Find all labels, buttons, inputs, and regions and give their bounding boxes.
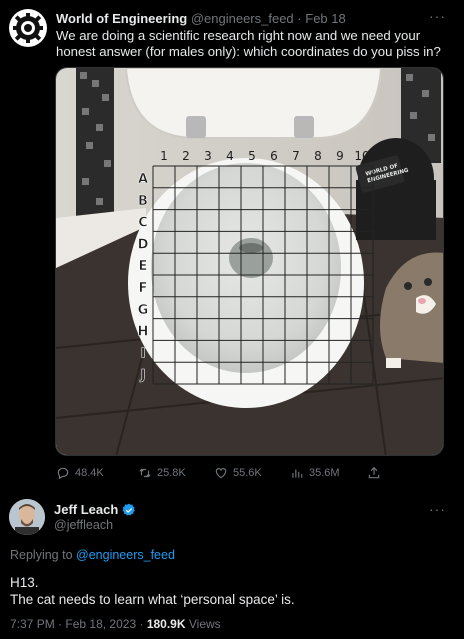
reply-icon bbox=[57, 467, 69, 480]
views-count: 35.6M bbox=[309, 467, 340, 479]
grid-row-label: C bbox=[138, 216, 148, 231]
author-name[interactable]: World of Engineering bbox=[56, 11, 187, 26]
tweet-text: We are doing a scientific research right… bbox=[56, 28, 441, 59]
grid-column-label: 2 bbox=[182, 149, 190, 163]
profile-photo-icon bbox=[9, 499, 45, 535]
retweet-count: 25.8K bbox=[157, 467, 186, 479]
retweet-action[interactable]: 25.8K bbox=[138, 466, 186, 480]
views-action[interactable]: 35.6M bbox=[290, 466, 340, 480]
grid-row-label: I bbox=[141, 346, 146, 361]
grid-row-label: D bbox=[138, 237, 149, 252]
header-separator: · bbox=[297, 11, 302, 26]
reply-meta: 7:37 PM · Feb 18, 2023 · 180.9K Views bbox=[10, 617, 221, 631]
reply-avatar[interactable] bbox=[9, 499, 45, 535]
like-action[interactable]: 55.6K bbox=[214, 466, 262, 480]
replying-to-link[interactable]: @engineers_feed bbox=[76, 548, 175, 562]
views-chart-icon bbox=[292, 469, 303, 478]
grid-row-label: E bbox=[139, 259, 148, 274]
like-count: 55.6K bbox=[233, 467, 262, 479]
grid-column-label: 10 bbox=[354, 149, 369, 163]
reply-time[interactable]: 7:37 PM bbox=[10, 617, 55, 631]
reply-more-options-button[interactable]: ··· bbox=[429, 501, 446, 517]
reply-author-handle[interactable]: @jeffleach bbox=[54, 518, 113, 532]
grid-column-label: 6 bbox=[270, 149, 278, 163]
grid-row-label: G bbox=[138, 303, 149, 318]
retweet-icon bbox=[139, 468, 151, 478]
grid-row-label: F bbox=[139, 281, 148, 296]
grid-row-label: A bbox=[138, 172, 148, 187]
grid-column-label: 4 bbox=[226, 149, 234, 163]
more-options-button[interactable]: ··· bbox=[429, 8, 446, 24]
grid-row-label: B bbox=[138, 194, 148, 209]
grid-row-label: H bbox=[138, 325, 149, 340]
views-label: Views bbox=[188, 617, 221, 631]
meta-separator-2: · bbox=[139, 617, 144, 631]
reply-author-name[interactable]: Jeff Leach bbox=[54, 502, 118, 517]
tweet-date[interactable]: Feb 18 bbox=[305, 11, 345, 26]
meta-separator: · bbox=[58, 617, 63, 631]
verified-badge-icon bbox=[122, 503, 136, 516]
more-dots-icon: ··· bbox=[429, 501, 446, 517]
toilet-photo: WORLD OF ENGINEERING 1 2 3 4 5 6 7 8 9 10 ABCDEFG… bbox=[56, 68, 443, 455]
reply-action[interactable]: 48.4K bbox=[56, 466, 104, 480]
reply-author[interactable]: Jeff Leach bbox=[54, 502, 136, 517]
more-dots-icon: ··· bbox=[429, 8, 446, 24]
engineering-avatar[interactable] bbox=[9, 9, 47, 47]
author-handle[interactable]: @engineers_feed bbox=[191, 11, 294, 26]
reply-text-line1: H13. bbox=[10, 575, 39, 590]
share-action[interactable] bbox=[367, 466, 381, 480]
grid-column-label: 3 bbox=[204, 149, 212, 163]
grid-row-label: J bbox=[140, 368, 146, 383]
replying-prefix: Replying to bbox=[10, 548, 73, 562]
share-icon bbox=[368, 466, 380, 479]
grid-column-label: 1 bbox=[160, 149, 168, 163]
reply-text: H13. The cat needs to learn what ‘person… bbox=[10, 574, 450, 608]
reply-date[interactable]: Feb 18, 2023 bbox=[65, 617, 136, 631]
tweet-actions: 48.4K 25.8K 55.6K 35.6M bbox=[56, 466, 446, 482]
gear-logo-icon bbox=[13, 13, 43, 43]
heart-icon bbox=[215, 468, 227, 479]
tweet-header: World of Engineering @engineers_feed · F… bbox=[56, 11, 346, 26]
grid-column-label: 9 bbox=[336, 149, 344, 163]
grid-column-label: 7 bbox=[292, 149, 300, 163]
grid-column-label: 5 bbox=[248, 149, 256, 163]
grid-column-label: 8 bbox=[314, 149, 322, 163]
tweet-photo[interactable]: WORLD OF ENGINEERING 1 2 3 4 5 6 7 8 9 10 ABCDEFG… bbox=[55, 67, 444, 456]
replying-to: Replying to @engineers_feed bbox=[10, 548, 175, 562]
views-total: 180.9K bbox=[146, 617, 186, 631]
reply-count: 48.4K bbox=[75, 467, 104, 479]
reply-text-line2: The cat needs to learn what ‘personal sp… bbox=[10, 592, 295, 607]
